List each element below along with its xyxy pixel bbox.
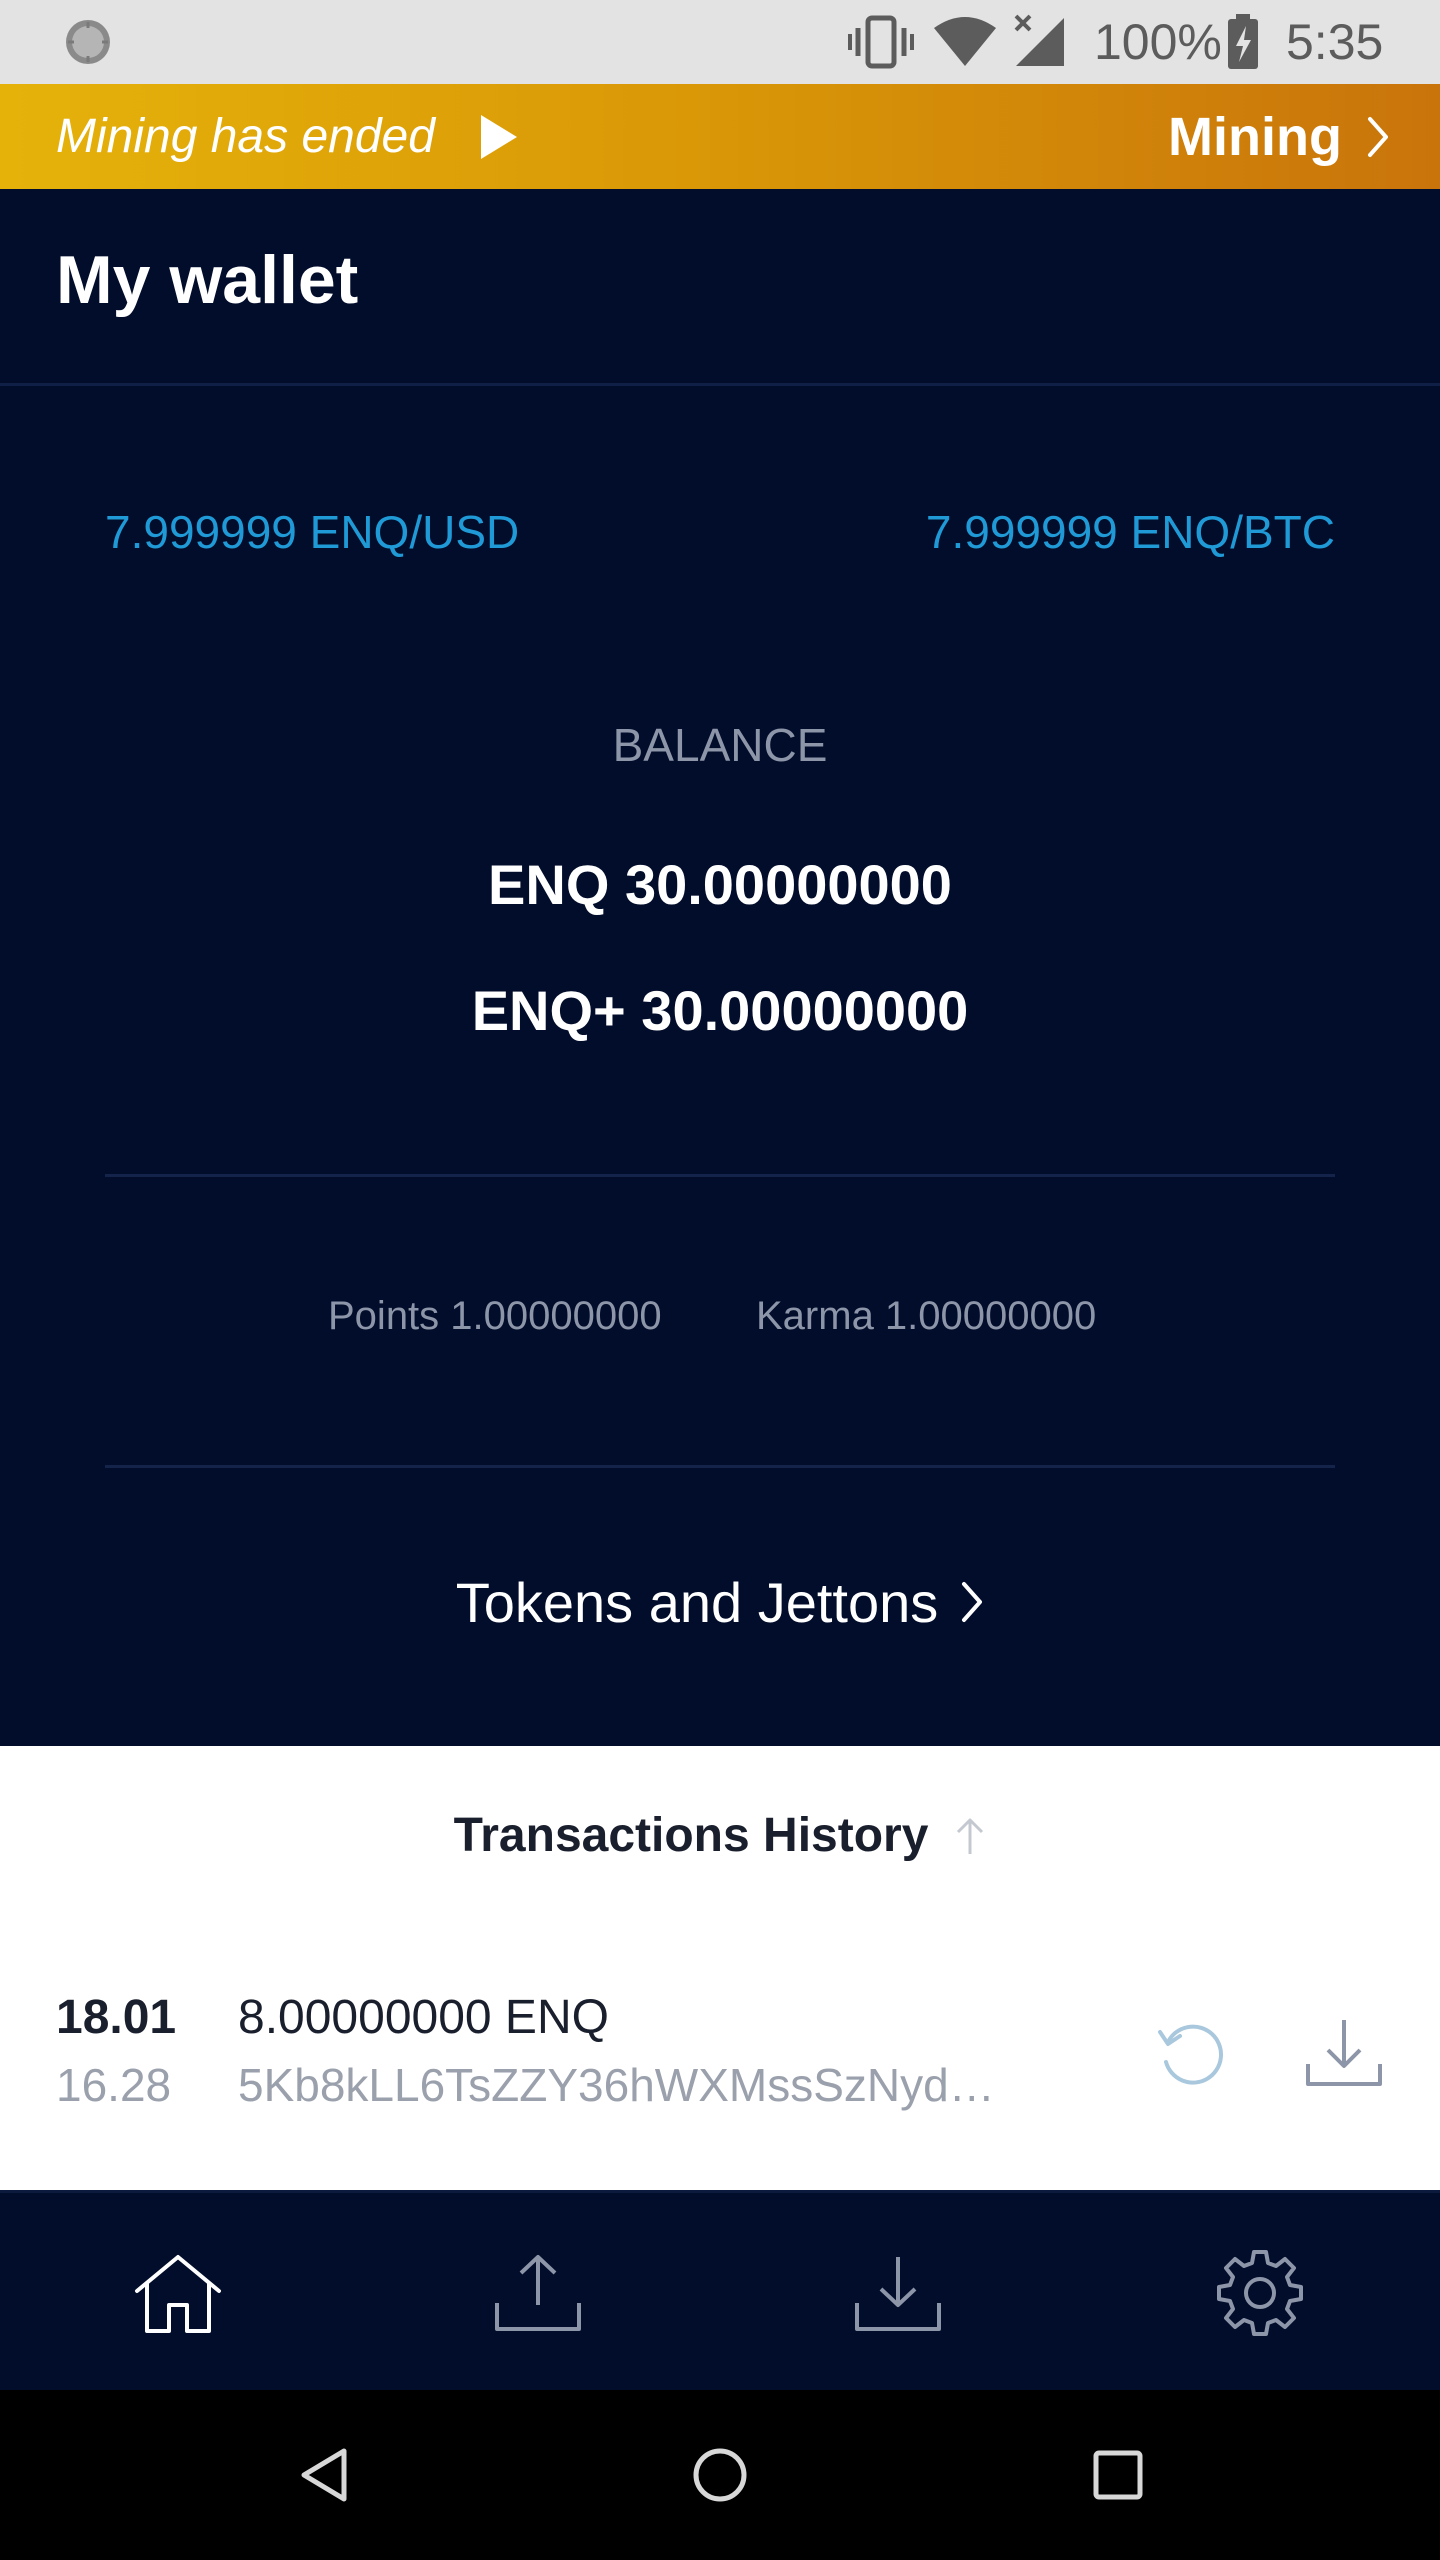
nav-home-button[interactable] xyxy=(78,2193,278,2393)
divider xyxy=(105,1465,1335,1468)
system-home-button[interactable] xyxy=(640,2390,800,2560)
rate-enq-usd: 7.999999 ENQ/USD xyxy=(105,506,520,558)
transaction-time: 16.28 xyxy=(56,2059,172,2111)
tokens-link-label: Tokens and Jettons xyxy=(455,1570,939,1634)
status-bar: 100% 5:35 xyxy=(0,0,1440,84)
chevron-right-icon xyxy=(962,1582,983,1622)
send-upload-icon xyxy=(495,2255,581,2331)
wifi-icon xyxy=(932,0,998,84)
incoming-download-icon xyxy=(1302,2012,1386,2101)
mining-status-text: Mining has ended xyxy=(56,110,435,163)
transaction-row[interactable]: 18.01 16.28 8.00000000 ENQ 5Kb8kLL6TsZZY… xyxy=(0,1990,1440,2140)
mining-banner: Mining has ended Mining xyxy=(0,84,1440,189)
balance-enq: ENQ 30.00000000 xyxy=(488,853,952,916)
chevron-right-icon xyxy=(1368,116,1388,157)
system-back-button[interactable] xyxy=(244,2390,404,2560)
mining-status[interactable]: Mining has ended xyxy=(56,84,517,189)
pending-refresh-icon xyxy=(1150,2012,1234,2101)
transaction-hash: 5Kb8kLL6TsZZY36hWXMssSzNyd… xyxy=(238,2059,995,2111)
system-navigation-bar xyxy=(0,2390,1440,2560)
settings-gear-icon xyxy=(1217,2250,1303,2336)
home-circle-icon xyxy=(693,2448,747,2502)
transaction-date: 18.01 xyxy=(56,1991,177,2044)
battery-charging-icon xyxy=(1226,0,1260,84)
divider xyxy=(105,1174,1335,1177)
clock-time: 5:35 xyxy=(1286,14,1384,70)
transactions-history-title: Transactions History xyxy=(453,1809,929,1862)
tokens-and-jettons-link[interactable]: Tokens and Jettons xyxy=(0,1570,1440,1634)
transactions-history-panel: Transactions History 18.01 16.28 8.00000… xyxy=(0,1746,1440,2190)
play-icon[interactable] xyxy=(480,114,517,159)
points-value: Points 1.00000000 xyxy=(328,1294,662,1338)
mining-link[interactable]: Mining xyxy=(1168,84,1390,189)
transactions-history-header[interactable]: Transactions History xyxy=(0,1808,1440,1863)
battery-percent: 100% xyxy=(1094,14,1222,70)
transaction-amount: 8.00000000 ENQ xyxy=(238,1991,609,2044)
nav-settings-button[interactable] xyxy=(1160,2193,1360,2393)
recents-square-icon xyxy=(1093,2450,1143,2500)
receive-download-icon xyxy=(855,2257,941,2331)
page-header: My wallet xyxy=(0,189,1440,386)
mining-link-label: Mining xyxy=(1168,106,1342,167)
karma-value: Karma 1.00000000 xyxy=(756,1294,1097,1338)
balance-enq-plus: ENQ+ 30.00000000 xyxy=(471,979,969,1042)
rate-enq-btc: 7.999999 ENQ/BTC xyxy=(925,506,1335,558)
balance-label: BALANCE xyxy=(612,719,828,771)
bottom-navigation xyxy=(0,2190,1440,2390)
nav-send-button[interactable] xyxy=(438,2193,638,2393)
system-recents-button[interactable] xyxy=(1038,2390,1198,2560)
signal-icon xyxy=(1012,0,1068,84)
arrow-up-icon[interactable] xyxy=(954,1816,986,1856)
vibrate-icon xyxy=(848,0,914,84)
page-title: My wallet xyxy=(56,242,359,318)
back-icon xyxy=(301,2448,347,2502)
sync-icon xyxy=(60,0,116,84)
nav-receive-button[interactable] xyxy=(798,2193,998,2393)
home-icon xyxy=(135,2255,221,2333)
